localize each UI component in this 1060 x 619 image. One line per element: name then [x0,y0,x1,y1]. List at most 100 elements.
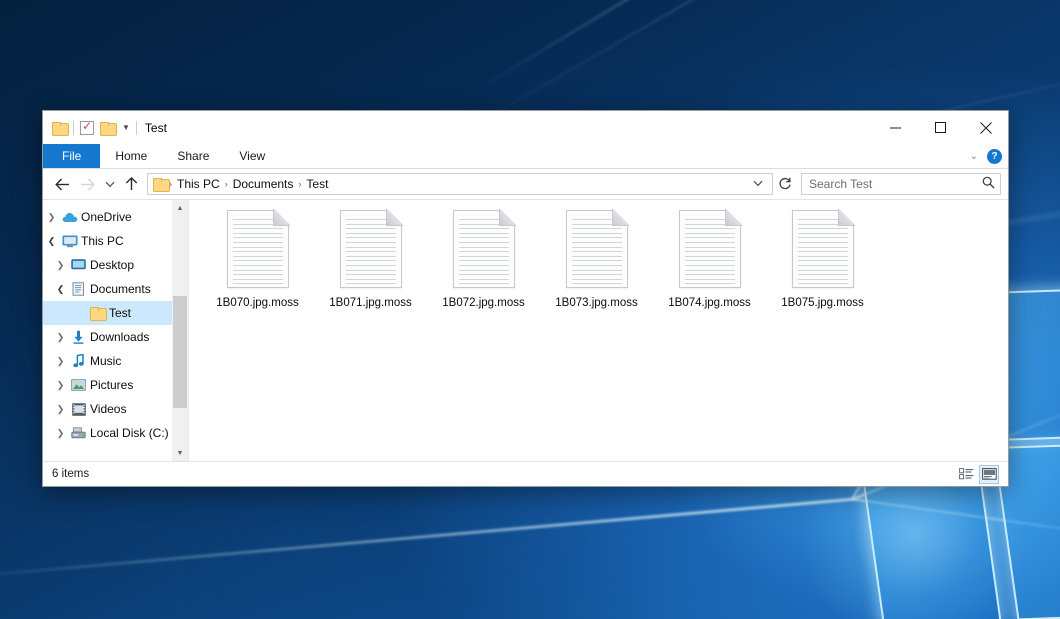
cloud-icon [60,212,79,223]
window-title: Test [145,121,167,135]
sidebar-item-videos[interactable]: ❯ Videos [43,397,188,421]
address-bar: › This PC › Documents › Test Search Test [43,169,1008,199]
sidebar-item-test[interactable]: Test [43,301,188,325]
file-item[interactable]: 1B070.jpg.moss [201,208,314,326]
sidebar-item-pictures[interactable]: ❯ Pictures [43,373,188,397]
title-bar: ▼ Test [43,111,1008,144]
forward-arrow-icon[interactable] [75,172,100,196]
music-icon [69,354,88,368]
sidebar-item-label: OneDrive [79,210,132,224]
chevron-right-icon[interactable]: ❯ [43,212,60,223]
sidebar-item-this-pc[interactable]: ❮ This PC [43,229,188,253]
file-item[interactable]: 1B075.jpg.moss [766,208,879,326]
chevron-down-icon[interactable]: ⌄ [970,151,978,162]
ribbon-tabs: File Home Share View ⌄ ? [43,144,1008,169]
divider [73,121,74,135]
navigation-scrollbar[interactable]: ▲ ▼ [172,200,188,461]
breadcrumb-item-this-pc[interactable]: This PC [173,177,224,191]
sidebar-item-music[interactable]: ❯ Music [43,349,188,373]
help-button[interactable]: ? [987,149,1002,164]
file-name: 1B071.jpg.moss [329,297,411,309]
search-placeholder: Search Test [809,177,982,191]
close-button[interactable] [963,111,1008,144]
chevron-right-icon[interactable]: ❯ [52,404,69,415]
monitor-icon [60,235,79,248]
large-icons-view-button[interactable] [979,465,999,484]
sidebar-item-label: Local Disk (C:) [88,426,169,440]
folder-icon [88,307,107,319]
desktop-icon [69,259,88,271]
sidebar-item-onedrive[interactable]: ❯ OneDrive [43,205,188,229]
sidebar-item-downloads[interactable]: ❯ Downloads [43,325,188,349]
breadcrumb-item-documents[interactable]: Documents [229,177,298,191]
file-item[interactable]: 1B071.jpg.moss [314,208,427,326]
file-name: 1B075.jpg.moss [781,297,863,309]
quick-access-toolbar: ▼ Test [43,121,167,135]
chevron-right-icon[interactable]: ❯ [52,428,69,439]
generic-document-icon [792,210,854,288]
sidebar-item-desktop[interactable]: ❯ Desktop [43,253,188,277]
scrollbar-track[interactable] [172,216,188,445]
sidebar-item-documents[interactable]: ❮ Documents [43,277,188,301]
search-icon[interactable] [982,176,995,192]
sidebar-item-label: Test [107,306,131,320]
generic-document-icon [679,210,741,288]
pictures-icon [69,379,88,391]
file-name: 1B074.jpg.moss [668,297,750,309]
sidebar-item-label: Videos [88,402,126,416]
chevron-right-icon[interactable]: ❯ [52,356,69,367]
scrollbar-thumb[interactable] [173,296,187,408]
view-toggle-group [956,465,999,484]
chevron-down-icon[interactable] [746,179,770,189]
recent-locations-button[interactable] [100,172,119,196]
file-name: 1B070.jpg.moss [216,297,298,309]
document-icon [69,282,88,296]
chevron-right-icon[interactable]: ❯ [52,260,69,271]
chevron-right-icon[interactable]: ❯ [52,332,69,343]
tab-view[interactable]: View [224,144,280,168]
sidebar-item-local-disk-c[interactable]: ❯ Local Disk (C:) [43,421,188,445]
properties-icon[interactable] [80,121,94,135]
maximize-button[interactable] [918,111,963,144]
new-folder-icon[interactable] [100,122,115,134]
sidebar-item-label: Desktop [88,258,134,272]
generic-document-icon [340,210,402,288]
sidebar-item-label: Music [88,354,121,368]
breadcrumb[interactable]: › This PC › Documents › Test [147,173,773,195]
up-arrow-icon[interactable] [119,172,144,196]
details-view-button[interactable] [956,465,976,484]
file-item[interactable]: 1B072.jpg.moss [427,208,540,326]
tab-home[interactable]: Home [100,144,162,168]
back-arrow-icon[interactable] [50,172,75,196]
navigation-pane: ❯ OneDrive ❮ This PC ❯ [43,200,189,461]
scroll-up-icon[interactable]: ▲ [172,200,188,216]
tab-file[interactable]: File [43,144,100,168]
generic-document-icon [227,210,289,288]
window-body: ❯ OneDrive ❮ This PC ❯ [43,199,1008,461]
tab-share[interactable]: Share [162,144,224,168]
refresh-icon[interactable] [773,172,797,196]
chevron-down-icon[interactable]: ▼ [122,124,130,132]
scroll-down-icon[interactable]: ▼ [172,445,188,461]
minimize-button[interactable] [873,111,918,144]
file-item[interactable]: 1B074.jpg.moss [653,208,766,326]
ribbon-right-controls: ⌄ ? [970,144,1002,169]
sidebar-item-label: Documents [88,282,151,296]
folder-icon[interactable] [52,122,67,134]
folder-icon [153,178,168,190]
file-list-view[interactable]: 1B070.jpg.moss 1B071.jpg.moss [189,200,1008,461]
breadcrumb-item-test[interactable]: Test [302,177,332,191]
file-item[interactable]: 1B073.jpg.moss [540,208,653,326]
desktop: ▼ Test File Home Share View [0,0,1060,619]
chevron-down-icon[interactable]: ❮ [43,236,60,247]
status-bar: 6 items [43,461,1008,486]
videos-icon [69,403,88,416]
search-input[interactable]: Search Test [801,173,1001,195]
divider [136,121,137,135]
chevron-right-icon[interactable]: ❯ [52,380,69,391]
item-count: 6 items [52,468,89,480]
generic-document-icon [566,210,628,288]
download-icon [69,330,88,344]
generic-document-icon [453,210,515,288]
chevron-down-icon[interactable]: ❮ [52,284,69,295]
